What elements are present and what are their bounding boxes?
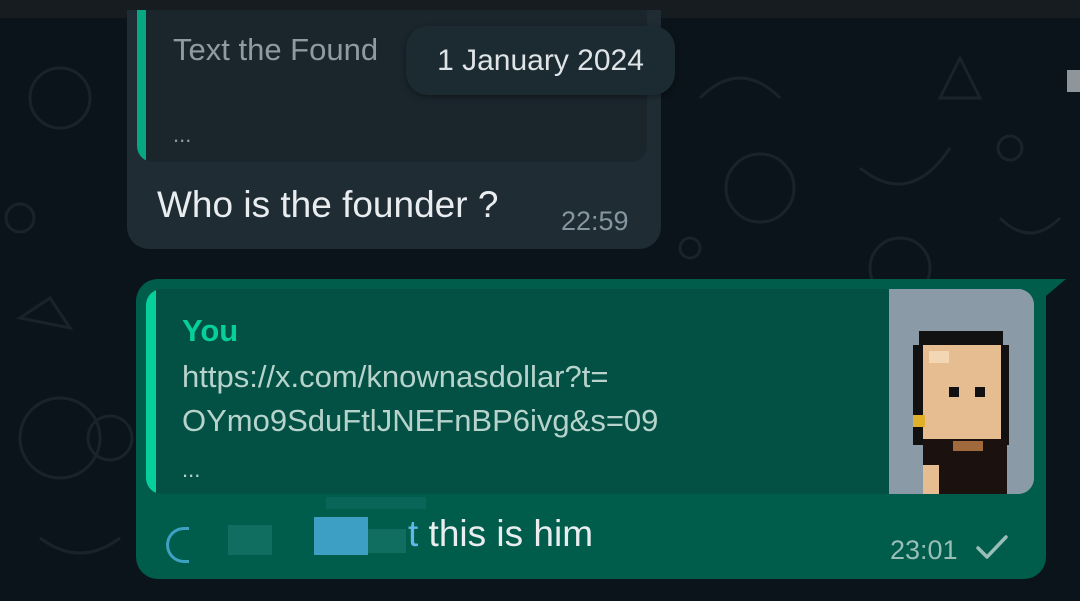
outgoing-message-bubble[interactable]: You https://x.com/knownasdollar?t= OYmo9… <box>136 279 1046 579</box>
message-text: this is him <box>418 513 594 554</box>
date-divider: 1 January 2024 <box>406 26 675 95</box>
outgoing-message-time: 23:01 <box>890 535 958 565</box>
redacted-text <box>326 497 426 509</box>
quoted-text: Text the Found <box>173 32 379 67</box>
incoming-message-time: 22:59 <box>561 206 629 236</box>
pixel-avatar-image <box>889 289 1034 494</box>
redacted-text <box>368 529 406 553</box>
link-preview-thumbnail[interactable] <box>889 289 1034 494</box>
redacted-text <box>314 517 368 555</box>
quote-accent-bar <box>146 289 156 494</box>
redacted-text <box>166 527 189 563</box>
outgoing-message-text: t this is him <box>408 513 593 555</box>
message-partial-text: t <box>408 513 419 554</box>
quoted-more: ... <box>182 457 201 482</box>
quote-accent-bar <box>137 10 146 162</box>
scrollbar-thumb[interactable] <box>1067 70 1080 92</box>
quote-author: You <box>182 313 239 348</box>
quoted-link-line-2: OYmo9SduFtlJNEFnBP6ivg&s=09 <box>182 403 659 438</box>
quoted-link-line-1: https://x.com/knownasdollar?t= <box>182 359 609 394</box>
incoming-message-text: Who is the founder ? <box>157 184 499 225</box>
single-check-icon <box>976 535 1008 559</box>
quoted-more: ... <box>173 122 192 147</box>
quoted-message[interactable]: You https://x.com/knownasdollar?t= OYmo9… <box>146 289 1034 494</box>
redacted-text <box>228 525 272 555</box>
